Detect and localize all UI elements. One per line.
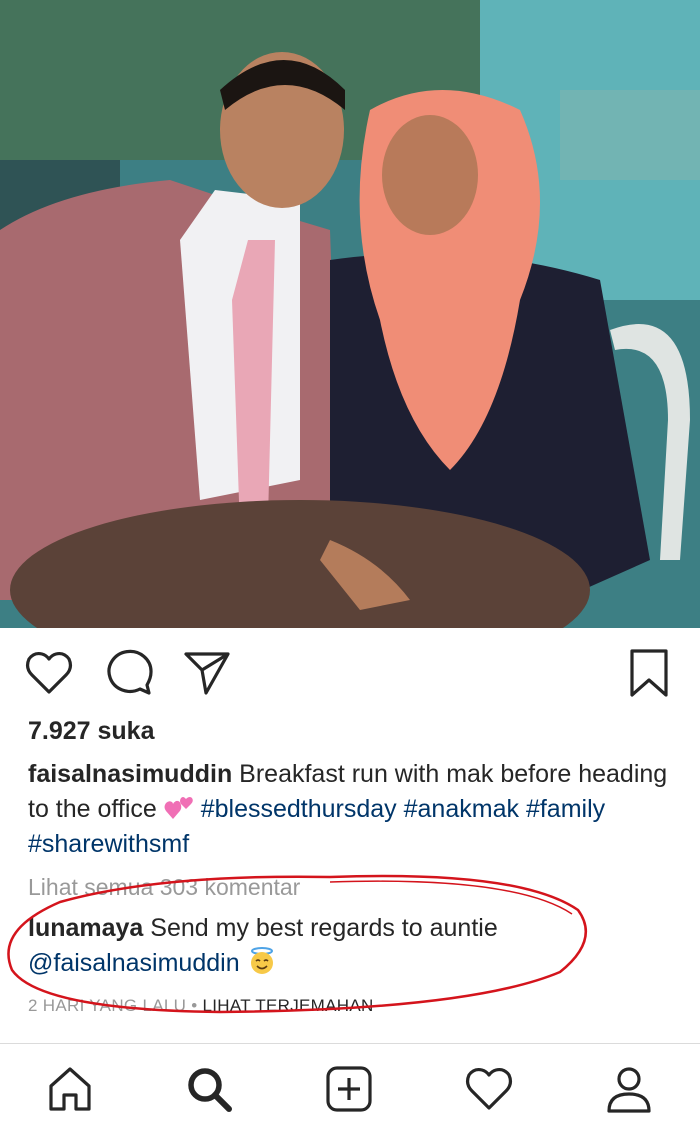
paper-plane-icon[interactable] bbox=[182, 648, 232, 698]
post-photo[interactable] bbox=[0, 0, 700, 628]
meta-separator: • bbox=[191, 996, 198, 1015]
post-caption: faisalnasimuddin Breakfast run with mak … bbox=[28, 757, 688, 862]
comment-username[interactable]: lunamaya bbox=[28, 914, 143, 942]
see-translation-link[interactable]: LIHAT TERJEMAHAN bbox=[203, 996, 374, 1015]
bottom-nav bbox=[0, 1043, 700, 1133]
bookmark-icon[interactable] bbox=[624, 648, 674, 698]
comment-timestamp: 2 HARI YANG LALU bbox=[28, 996, 187, 1015]
search-icon[interactable] bbox=[184, 1064, 234, 1114]
heart-icon[interactable] bbox=[464, 1064, 514, 1114]
post-actions bbox=[0, 628, 700, 714]
hashtag[interactable]: #family bbox=[526, 795, 605, 823]
hashtag[interactable]: #anakmak bbox=[404, 795, 519, 823]
hashtag[interactable]: #sharewithsmf bbox=[28, 830, 189, 858]
likes-count[interactable]: 7.927 suka bbox=[28, 717, 155, 746]
home-icon[interactable] bbox=[45, 1064, 95, 1114]
comment-meta: 2 HARI YANG LALU • LIHAT TERJEMAHAN bbox=[28, 996, 374, 1016]
comment-mention[interactable]: @faisalnasimuddin bbox=[28, 949, 240, 977]
two-hearts-icon bbox=[164, 795, 194, 821]
comment-text: Send my best regards to auntie bbox=[150, 914, 498, 942]
view-all-comments-link[interactable]: Lihat semua 303 komentar bbox=[28, 874, 300, 901]
caption-username[interactable]: faisalnasimuddin bbox=[28, 760, 232, 788]
comment-item: lunamaya Send my best regards to auntie … bbox=[28, 911, 688, 981]
comment-icon[interactable] bbox=[104, 648, 154, 698]
hashtag[interactable]: #blessedthursday bbox=[201, 795, 397, 823]
profile-icon[interactable] bbox=[604, 1064, 654, 1114]
halo-face-icon bbox=[247, 946, 277, 976]
add-icon[interactable] bbox=[324, 1064, 374, 1114]
heart-icon[interactable] bbox=[24, 648, 74, 698]
